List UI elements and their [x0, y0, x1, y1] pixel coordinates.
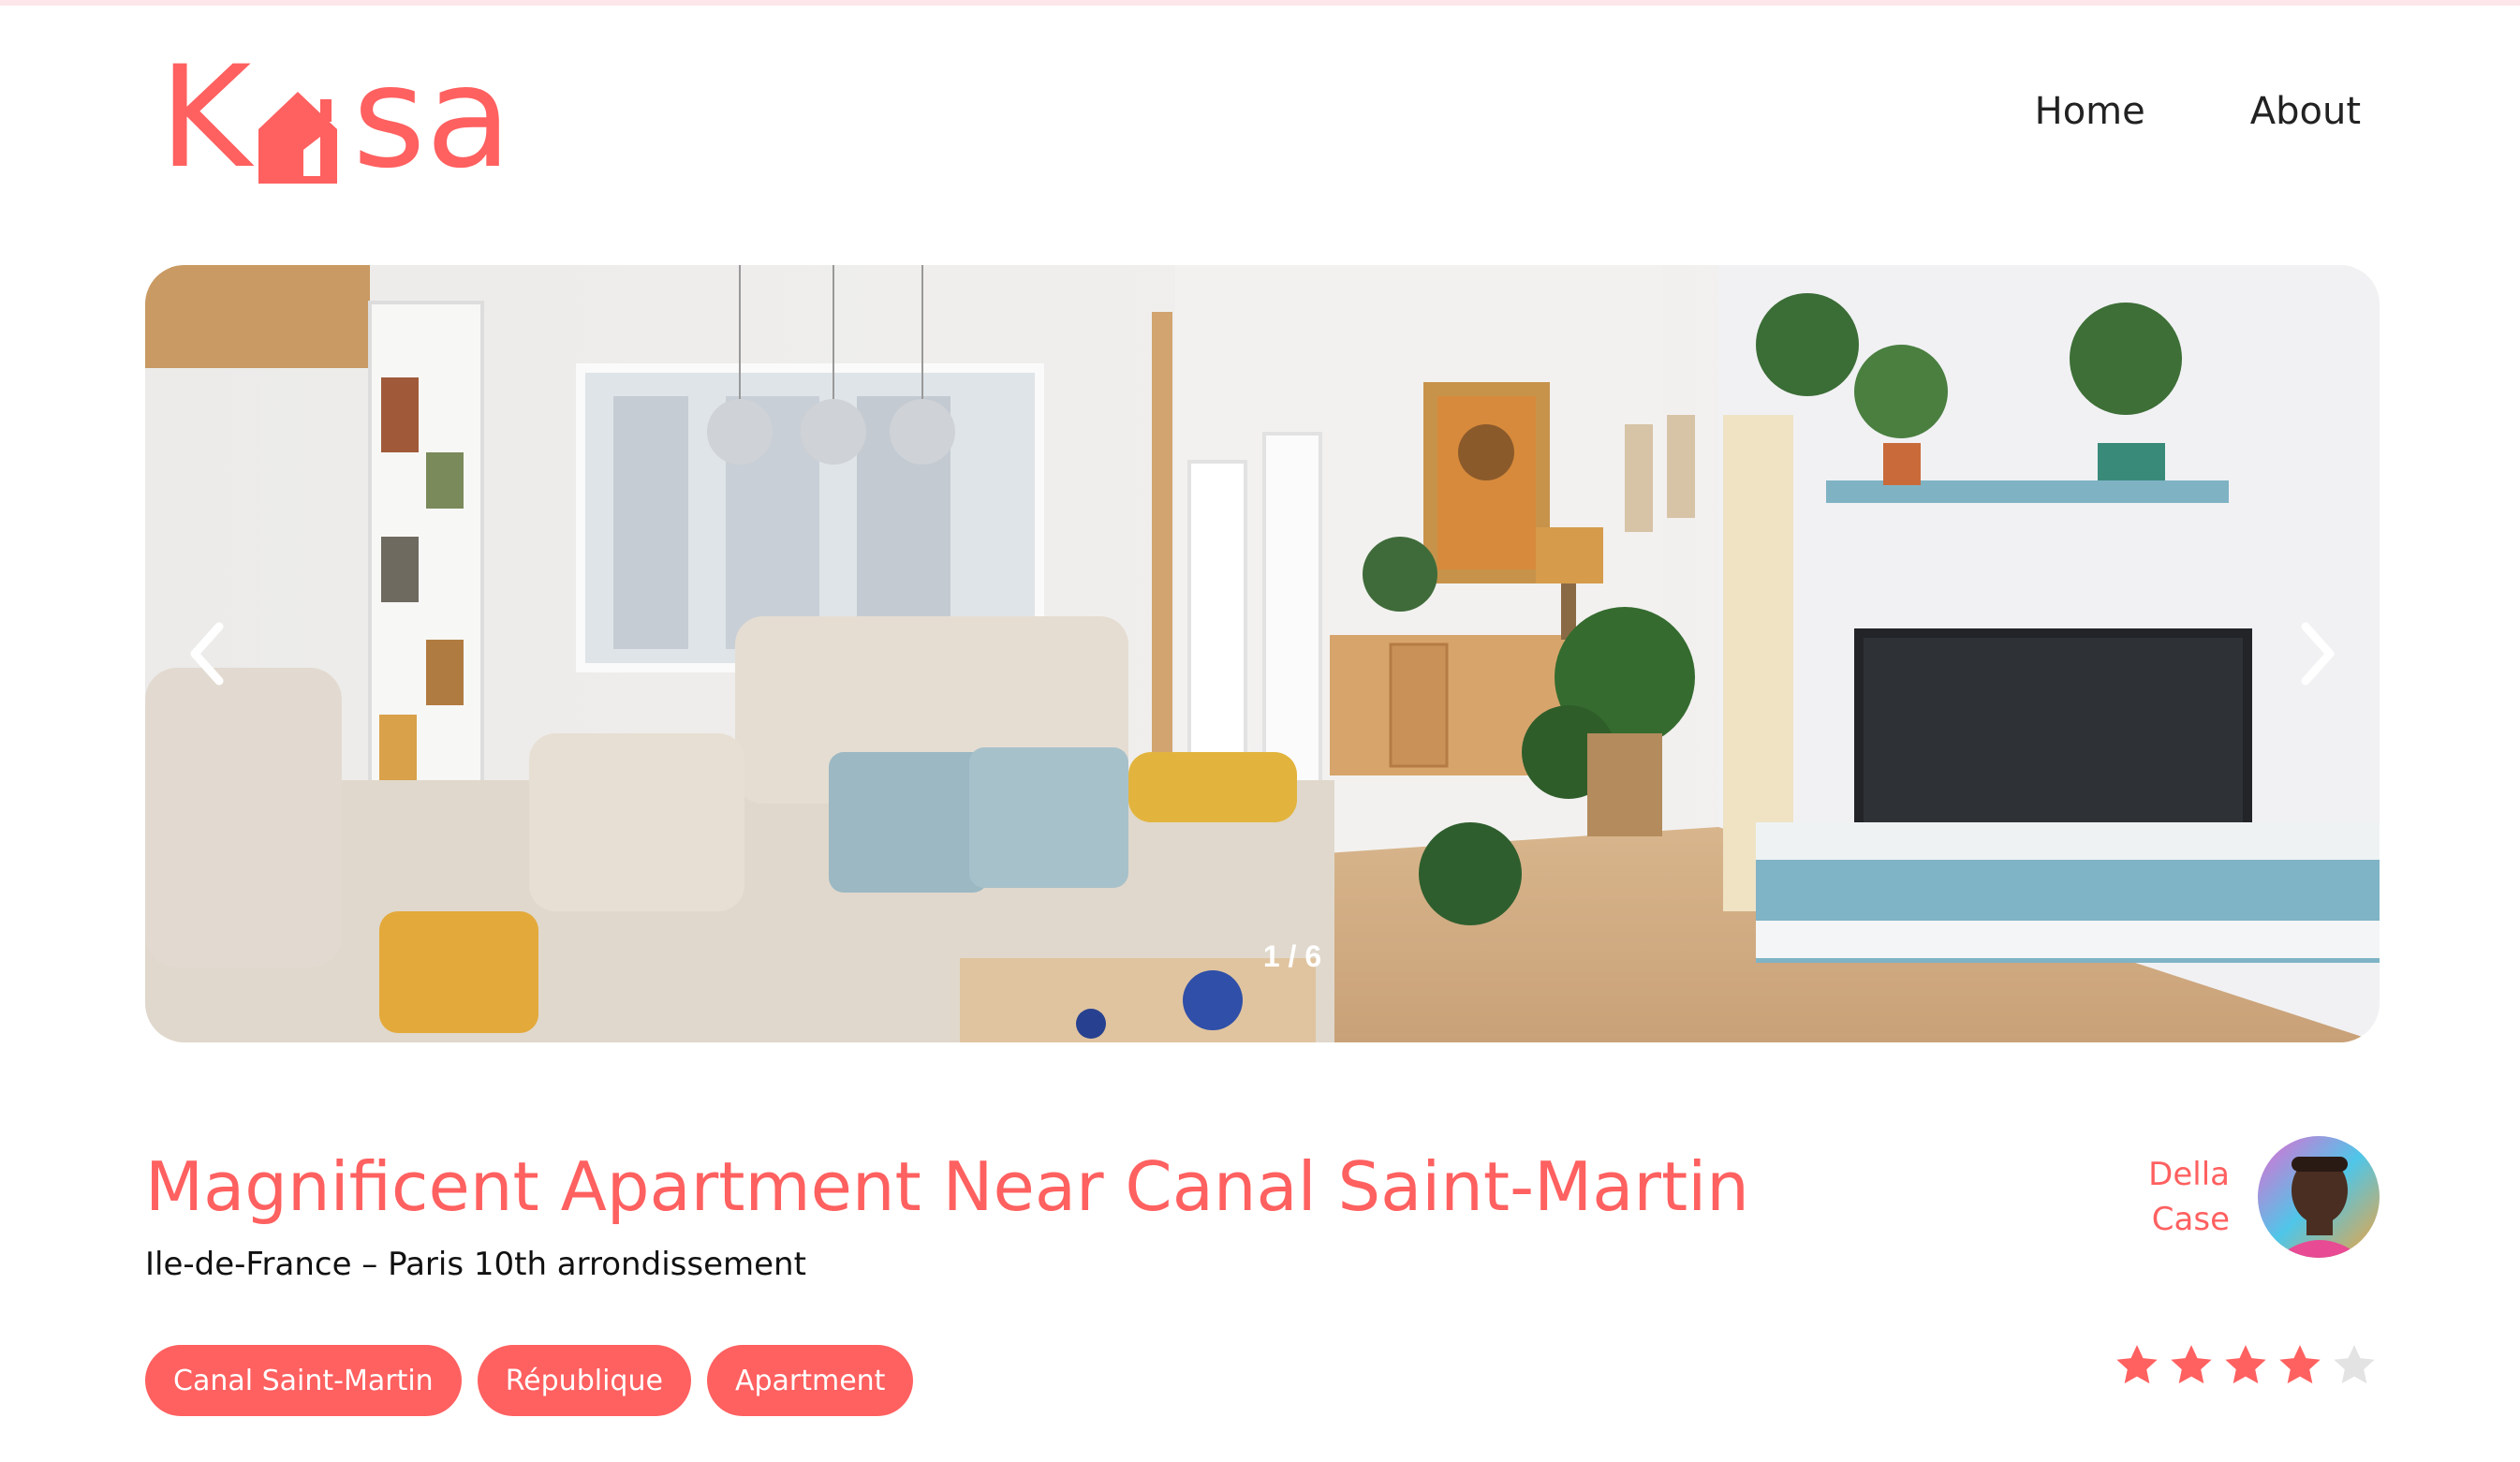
logo-letter-k: K	[159, 37, 252, 199]
chevron-right-icon	[2301, 622, 2335, 686]
apartment-photo	[145, 265, 2380, 1042]
host-avatar	[2258, 1136, 2380, 1258]
top-border	[0, 0, 2520, 6]
nav-about-link[interactable]: About	[2250, 90, 2361, 133]
carousel-prev-button[interactable]	[169, 598, 243, 710]
star-filled-icon	[2279, 1345, 2321, 1384]
star-filled-icon	[2116, 1345, 2158, 1384]
listing-location: Ile-de-France – Paris 10th arrondissemen…	[145, 1246, 806, 1283]
host-first-name: Della	[2148, 1156, 2230, 1193]
tag: Apartment	[706, 1345, 914, 1416]
host-last-name: Case	[2151, 1201, 2230, 1238]
host-info: Della Case	[2148, 1136, 2380, 1258]
carousel-counter: 1 / 6	[1262, 939, 1322, 973]
star-filled-icon	[2171, 1345, 2212, 1384]
listing-title: Magnificent Apartment Near Canal Saint-M…	[145, 1147, 1749, 1226]
carousel-next-button[interactable]	[2281, 598, 2356, 710]
tag: République	[477, 1345, 691, 1416]
logo-letters-sa: sa	[352, 37, 512, 199]
house-icon	[258, 92, 338, 184]
main-nav: Home About	[2035, 90, 2361, 133]
star-rating	[2114, 1342, 2378, 1389]
star-filled-icon	[2225, 1345, 2266, 1384]
star-empty-icon	[2334, 1345, 2375, 1384]
tag-list: Canal Saint-Martin République Apartment	[145, 1345, 914, 1416]
chevron-left-icon	[190, 622, 224, 686]
tag: Canal Saint-Martin	[145, 1345, 462, 1416]
host-name: Della Case	[2148, 1152, 2230, 1242]
nav-home-link[interactable]: Home	[2035, 90, 2145, 133]
photo-carousel	[145, 265, 2380, 1042]
kasa-logo[interactable]: K sa	[159, 37, 512, 199]
